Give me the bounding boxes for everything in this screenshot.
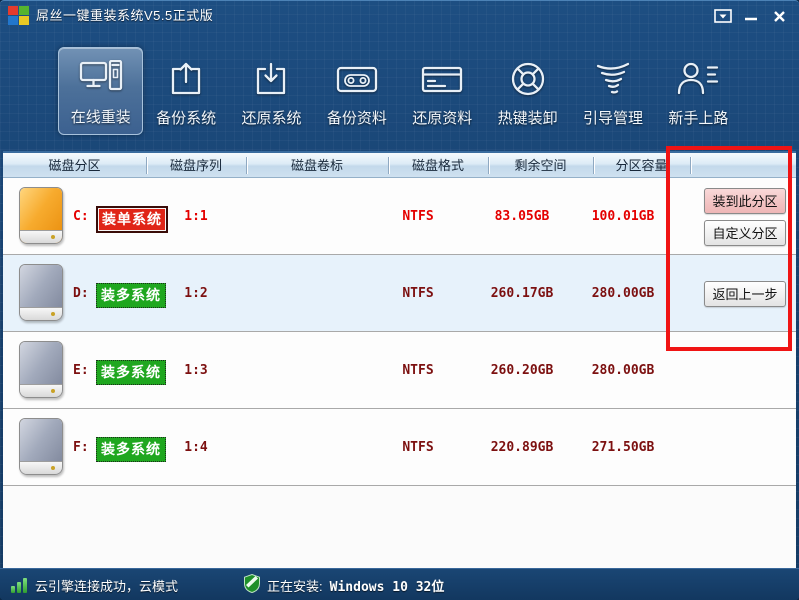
partition-capacity: 100.01GB [573, 178, 673, 255]
drive-letter: D: [73, 255, 89, 332]
tab-restore-data[interactable]: 还原资料 [400, 47, 485, 135]
column-divider [690, 157, 691, 174]
toolbar-item-label: 备份资料 [327, 107, 387, 128]
header-partition-capacity: 分区容量 [593, 153, 690, 178]
free-space: 220.89GB [472, 409, 572, 486]
restore-data-icon [420, 56, 464, 102]
cloud-status-text: 云引擎连接成功，云模式 [35, 576, 178, 595]
status-bar: 云引擎连接成功，云模式 正在安装: Windows 10 32位 [0, 568, 799, 600]
shield-icon [244, 574, 260, 596]
header-disk-serial: 磁盘序列 [146, 153, 246, 178]
table-row-drive-e[interactable]: E: 装多系统 1:3 NTFS 260.20GB 280.00GB [3, 332, 796, 409]
partition-capacity: 280.00GB [573, 332, 673, 409]
drive-letter: F: [73, 409, 89, 486]
tab-backup-data[interactable]: 备份资料 [314, 47, 399, 135]
toolbar-item-label: 还原系统 [241, 107, 301, 128]
partition-capacity: 280.00GB [573, 255, 673, 332]
disk-serial: 1:3 [156, 332, 236, 409]
tab-restore-system[interactable]: 还原系统 [229, 47, 314, 135]
signal-bars-icon [11, 577, 27, 593]
backup-data-icon [335, 56, 379, 102]
toolbar-item-label: 还原资料 [412, 107, 472, 128]
partition-table: 磁盘分区 磁盘序列 磁盘卷标 磁盘格式 剩余空间 分区容量 C: 装单系统 1:… [3, 151, 796, 568]
tab-boot-manager[interactable]: 引导管理 [570, 47, 655, 135]
disk-serial: 1:2 [156, 255, 236, 332]
volume-label [246, 255, 388, 332]
disk-serial: 1:4 [156, 409, 236, 486]
column-divider [593, 157, 594, 174]
free-space: 260.17GB [472, 255, 572, 332]
table-row-drive-c[interactable]: C: 装单系统 1:1 NTFS 83.05GB 100.01GB 装到此分区 … [3, 178, 796, 255]
disk-format: NTFS [368, 332, 468, 409]
disk-format: NTFS [368, 255, 468, 332]
partition-capacity: 271.50GB [573, 409, 673, 486]
tab-newbie-guide[interactable]: 新手上路 [656, 47, 741, 135]
hotkey-lifebuoy-icon [509, 56, 547, 102]
column-divider [388, 157, 389, 174]
window-controls [709, 1, 793, 31]
main-toolbar: 在线重装 备份系统 还原系统 [0, 31, 799, 151]
column-divider [146, 157, 147, 174]
disk-format: NTFS [368, 178, 468, 255]
installing-os-value: Windows 10 32位 [330, 576, 445, 595]
header-volume-label: 磁盘卷标 [246, 153, 388, 178]
custom-partition-button[interactable]: 自定义分区 [704, 220, 786, 246]
boot-manager-tornado-icon [591, 56, 635, 102]
minimize-button[interactable] [737, 5, 765, 27]
drive-icon [19, 187, 63, 244]
title-bar: 屌丝一键重装系统V5.5正式版 [0, 1, 799, 31]
disk-format: NTFS [368, 409, 468, 486]
toolbar-item-label: 新手上路 [668, 107, 728, 128]
backup-system-icon [167, 56, 205, 102]
drive-icon [19, 418, 63, 475]
header-disk-format: 磁盘格式 [388, 153, 488, 178]
volume-label [246, 178, 388, 255]
row-actions: 装到此分区 自定义分区 [699, 178, 791, 255]
newbie-guide-person-icon [676, 56, 720, 102]
free-space: 83.05GB [472, 178, 572, 255]
row-actions: 返回上一步 [699, 255, 791, 332]
free-space: 260.20GB [472, 332, 572, 409]
installing-status-label: 正在安装: [267, 576, 323, 595]
toolbar-item-label: 热键装卸 [498, 107, 558, 128]
column-divider [488, 157, 489, 174]
tab-backup-system[interactable]: 备份系统 [143, 47, 228, 135]
table-body: C: 装单系统 1:1 NTFS 83.05GB 100.01GB 装到此分区 … [3, 178, 796, 486]
table-header: 磁盘分区 磁盘序列 磁盘卷标 磁盘格式 剩余空间 分区容量 [3, 151, 796, 178]
drive-letter: C: [73, 178, 89, 255]
header-disk-partition: 磁盘分区 [3, 153, 146, 178]
table-row-drive-d[interactable]: D: 装多系统 1:2 NTFS 260.17GB 280.00GB 返回上一步 [3, 255, 796, 332]
disk-serial: 1:1 [156, 178, 236, 255]
volume-label [246, 409, 388, 486]
drive-letter: E: [73, 332, 89, 409]
tab-hotkey-mount[interactable]: 热键装卸 [485, 47, 570, 135]
app-window: 屌丝一键重装系统V5.5正式版 [0, 0, 799, 600]
toolbar-item-label: 引导管理 [583, 107, 643, 128]
table-row-drive-f[interactable]: F: 装多系统 1:4 NTFS 220.89GB 271.50GB [3, 409, 796, 486]
tab-online-reinstall[interactable]: 在线重装 [58, 47, 143, 135]
install-to-partition-button[interactable]: 装到此分区 [704, 188, 786, 214]
online-reinstall-icon [79, 55, 123, 101]
restore-system-icon [252, 56, 290, 102]
go-back-button[interactable]: 返回上一步 [704, 281, 786, 307]
volume-label [246, 332, 388, 409]
drive-icon [19, 264, 63, 321]
column-divider [246, 157, 247, 174]
app-logo-icon [8, 6, 30, 26]
toolbar-item-label: 在线重装 [71, 106, 131, 127]
toolbar-item-label: 备份系统 [156, 107, 216, 128]
close-button[interactable] [765, 5, 793, 27]
dropdown-menu-button[interactable] [709, 5, 737, 27]
header-free-space: 剩余空间 [488, 153, 593, 178]
window-title: 屌丝一键重装系统V5.5正式版 [36, 1, 213, 30]
drive-icon [19, 341, 63, 398]
